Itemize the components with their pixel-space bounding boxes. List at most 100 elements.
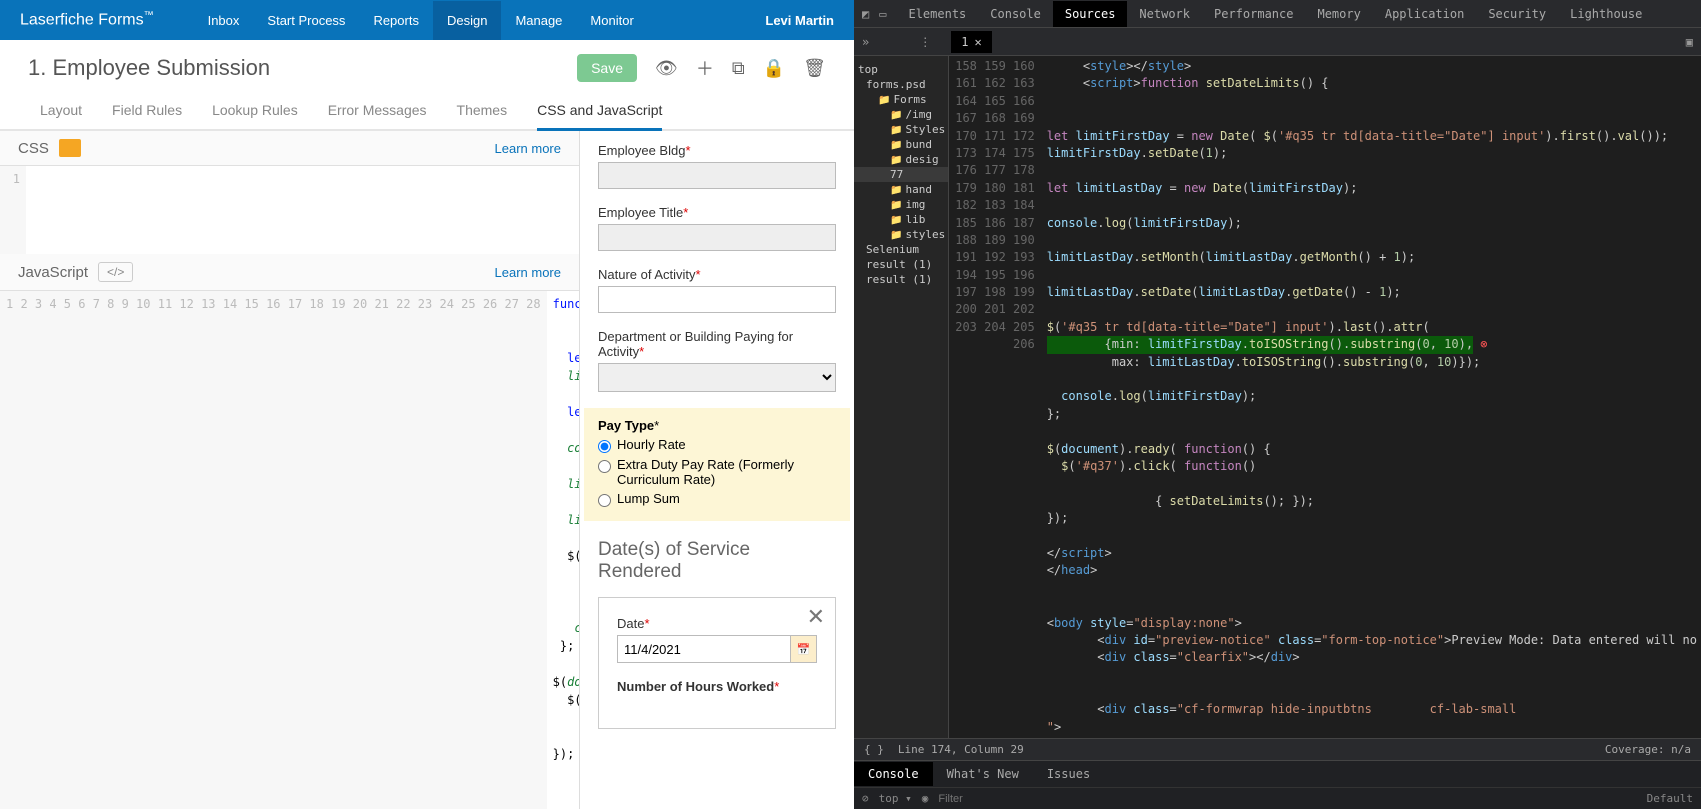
brackets-icon[interactable]: { } (864, 743, 884, 756)
kebab-icon[interactable]: ⋮ (919, 35, 931, 49)
devtools-subbar: » ⋮ 1✕ ▣ (854, 28, 1701, 56)
nav-reports[interactable]: Reports (359, 1, 433, 40)
nav-start-process[interactable]: Start Process (253, 1, 359, 40)
devtools-source[interactable]: 158 159 160 161 162 163 164 165 166 167 … (949, 56, 1701, 738)
paytype-option[interactable]: Extra Duty Pay Rate (Formerly Curriculum… (598, 457, 836, 487)
cursor-position: Line 174, Column 29 (898, 743, 1024, 756)
devtools-gutter: 158 159 160 161 162 163 164 165 166 167 … (949, 56, 1043, 738)
input-bldg (598, 162, 836, 189)
devtools-tab-application[interactable]: Application (1373, 1, 1476, 27)
nav-monitor[interactable]: Monitor (576, 1, 647, 40)
subtab-themes[interactable]: Themes (457, 102, 508, 129)
tree-node[interactable]: forms.psd (854, 77, 948, 92)
console-tab-console[interactable]: Console (854, 762, 933, 786)
tree-node[interactable]: styles (854, 227, 948, 242)
tree-node[interactable]: top (854, 62, 948, 77)
open-file-tab[interactable]: 1✕ (951, 31, 991, 53)
inspect-icon[interactable]: ◩ (862, 7, 869, 21)
coverage-status: Coverage: n/a (1605, 743, 1691, 756)
tree-node[interactable]: result (1) (854, 257, 948, 272)
paytype-radio[interactable] (598, 460, 611, 473)
file-tree[interactable]: topforms.psdForms/imgStylesbunddesig77ha… (854, 56, 949, 738)
nav-design[interactable]: Design (433, 1, 501, 40)
devtools-tab-security[interactable]: Security (1476, 1, 1558, 27)
tree-node[interactable]: img (854, 197, 948, 212)
eye-icon[interactable]: ◉ (922, 792, 929, 805)
subtab-error-messages[interactable]: Error Messages (328, 102, 427, 129)
select-dept[interactable] (598, 363, 836, 392)
nav-manage[interactable]: Manage (501, 1, 576, 40)
tree-node[interactable]: Selenium (854, 242, 948, 257)
css-panel: CSS Learn more 1 (0, 131, 579, 254)
css-learn-more[interactable]: Learn more (495, 141, 561, 156)
add-icon[interactable]: ＋ (696, 55, 714, 81)
preview-icon[interactable]: 👁 (655, 58, 678, 79)
subtab-lookup-rules[interactable]: Lookup Rules (212, 102, 298, 129)
subtab-css-and-javascript[interactable]: CSS and JavaScript (537, 102, 662, 131)
save-button[interactable]: Save (577, 54, 637, 82)
nav-inbox[interactable]: Inbox (194, 1, 254, 40)
css-editor[interactable] (26, 166, 579, 254)
input-nature[interactable] (598, 286, 836, 313)
editors-column: CSS Learn more 1 JavaScript </> Learn mo… (0, 131, 580, 809)
delete-icon[interactable]: 🗑 (803, 58, 826, 79)
log-levels[interactable]: Default (1647, 792, 1693, 805)
devtools-tab-console[interactable]: Console (978, 1, 1053, 27)
date-card-close-icon[interactable]: ✕ (807, 604, 825, 630)
tree-node[interactable]: desig (854, 152, 948, 167)
devtools-tabs: ◩ ▭ ElementsConsoleSourcesNetworkPerform… (854, 0, 1701, 28)
js-learn-more[interactable]: Learn more (495, 265, 561, 280)
top-nav: Laserfiche Forms™ InboxStart ProcessRepo… (0, 0, 854, 40)
paytype-option[interactable]: Hourly Rate (598, 437, 836, 453)
label-title: Employee Title* (598, 205, 836, 220)
console-filter-input[interactable] (938, 793, 1018, 805)
devtools-tab-lighthouse[interactable]: Lighthouse (1558, 1, 1654, 27)
calendar-icon[interactable]: 📅 (791, 635, 817, 663)
clear-console-icon[interactable]: ⊘ (862, 792, 869, 805)
devtools-code[interactable]: <style></style> <script>function setDate… (1043, 56, 1701, 738)
tree-node[interactable]: /img (854, 107, 948, 122)
tree-node[interactable]: lib (854, 212, 948, 227)
fullscreen-icon[interactable]: ▣ (1686, 35, 1693, 49)
tree-node[interactable]: hand (854, 182, 948, 197)
js-editor[interactable]: function setDateLimits() { let limitFirs… (547, 291, 579, 809)
devtools-tab-elements[interactable]: Elements (896, 1, 978, 27)
close-tab-icon[interactable]: ✕ (974, 35, 981, 49)
input-title (598, 224, 836, 251)
console-tab-issues[interactable]: Issues (1033, 762, 1104, 786)
tree-node[interactable]: result (1) (854, 272, 948, 287)
lock-icon[interactable]: 🔒 (763, 58, 785, 79)
devtools-tab-performance[interactable]: Performance (1202, 1, 1305, 27)
sub-tabs: Layout Field Rules Lookup Rules Error Messa… (0, 82, 854, 131)
devtools-tab-memory[interactable]: Memory (1305, 1, 1372, 27)
paytype-option[interactable]: Lump Sum (598, 491, 836, 507)
devtools-tab-sources[interactable]: Sources (1053, 1, 1128, 27)
tree-node[interactable]: Forms (854, 92, 948, 107)
tree-node[interactable]: bund (854, 137, 948, 152)
input-date[interactable] (617, 635, 791, 663)
label-paytype: Pay Type* (598, 418, 659, 433)
current-user[interactable]: Levi Martin (765, 13, 834, 28)
subtab-field-rules[interactable]: Field Rules (112, 102, 182, 129)
js-label: JavaScript (18, 264, 88, 281)
js-panel: JavaScript </> Learn more 1 2 3 4 5 6 7 … (0, 254, 579, 809)
tree-node[interactable]: Styles (854, 122, 948, 137)
paytype-radio[interactable] (598, 440, 611, 453)
tree-node[interactable]: 77 (854, 167, 948, 182)
console-tabs: ConsoleWhat's NewIssues (854, 761, 1701, 787)
console-tab-what-s-new[interactable]: What's New (933, 762, 1033, 786)
copy-icon[interactable]: ⧉ (732, 58, 745, 79)
paytype-radio[interactable] (598, 494, 611, 507)
scope-selector[interactable]: top ▾ (879, 792, 912, 805)
device-icon[interactable]: ▭ (879, 7, 886, 21)
date-card: ✕ Date* 📅 Number of Hours Worked* (598, 597, 836, 729)
paytype-option-label: Extra Duty Pay Rate (Formerly Curriculum… (617, 457, 836, 487)
devtools-tab-network[interactable]: Network (1127, 1, 1202, 27)
js-gutter: 1 2 3 4 5 6 7 8 9 10 11 12 13 14 15 16 1… (0, 291, 547, 809)
devtools-statusbar: { } Line 174, Column 29 Coverage: n/a (854, 738, 1701, 760)
chevron-right-icon[interactable]: » (862, 35, 869, 49)
subtab-layout[interactable]: Layout (40, 102, 82, 129)
brand-logo: Laserfiche Forms™ (20, 10, 154, 29)
css-label: CSS (18, 140, 49, 157)
label-bldg: Employee Bldg* (598, 143, 836, 158)
